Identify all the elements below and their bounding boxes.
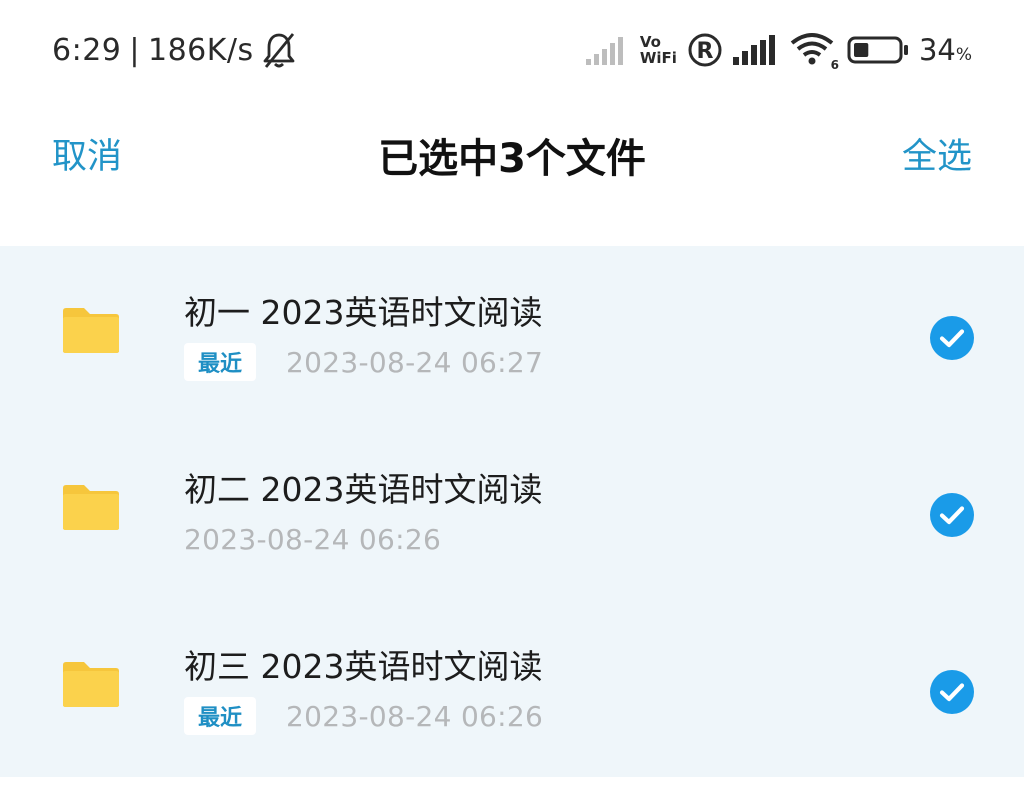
- file-list: 初一 2023英语时文阅读 最近 2023-08-24 06:27 初二 202…: [0, 246, 1024, 777]
- file-row[interactable]: 初三 2023英语时文阅读 最近 2023-08-24 06:26: [0, 600, 1024, 777]
- file-meta: 2023-08-24 06:26: [184, 521, 441, 557]
- wifi-icon: 6: [789, 32, 839, 72]
- vowifi-icon: Vo WiFi: [640, 34, 677, 66]
- file-row[interactable]: 初二 2023英语时文阅读 2023-08-24 06:26: [0, 423, 1024, 600]
- status-left: 6:29 | 186K/s: [52, 28, 296, 72]
- folder-icon: [63, 485, 119, 530]
- battery-percent: 34: [918, 33, 956, 67]
- folder-icon: [63, 308, 119, 353]
- file-date: 2023-08-24 06:26: [184, 522, 442, 556]
- checked-circle-icon[interactable]: [930, 316, 974, 360]
- signal-icon: [732, 35, 775, 65]
- wifi-badge: 6: [830, 58, 839, 72]
- network-speed: 186K/s: [147, 32, 254, 68]
- battery-unit: %: [955, 45, 972, 65]
- status-right: Vo WiFi R 6 34%: [585, 26, 972, 74]
- vowifi-top: Vo: [639, 33, 661, 51]
- selection-header: 取消 已选中3个文件 全选: [0, 100, 1024, 210]
- file-name: 初二 2023英语时文阅读: [184, 470, 543, 509]
- checked-circle-icon[interactable]: [930, 670, 974, 714]
- file-row[interactable]: 初一 2023英语时文阅读 最近 2023-08-24 06:27: [0, 246, 1024, 423]
- signal-weak-icon: [585, 37, 623, 65]
- svg-text:R: R: [696, 39, 713, 64]
- checked-circle-icon[interactable]: [930, 493, 974, 537]
- status-bar: 6:29 | 186K/s Vo WiFi R 6 34%: [0, 0, 1024, 100]
- folder-icon: [63, 662, 119, 707]
- recent-badge: 最近: [184, 343, 257, 381]
- file-meta: 最近 2023-08-24 06:27: [184, 343, 544, 381]
- recent-badge: 最近: [184, 697, 257, 735]
- status-separator: |: [129, 32, 140, 68]
- file-date: 2023-08-24 06:27: [286, 345, 544, 379]
- battery-text: 34%: [919, 33, 972, 67]
- roaming-icon: R: [688, 33, 722, 67]
- file-name: 初三 2023英语时文阅读: [184, 647, 543, 686]
- bell-muted-icon: [263, 33, 295, 68]
- file-meta: 最近 2023-08-24 06:26: [184, 697, 544, 735]
- vowifi-bottom: WiFi: [639, 49, 677, 67]
- select-all-button[interactable]: 全选: [902, 128, 972, 179]
- status-time: 6:29: [52, 32, 122, 68]
- file-name: 初一 2023英语时文阅读: [184, 293, 543, 332]
- file-date: 2023-08-24 06:26: [286, 699, 544, 733]
- battery-icon: [847, 36, 908, 64]
- page-title: 已选中3个文件: [378, 136, 646, 182]
